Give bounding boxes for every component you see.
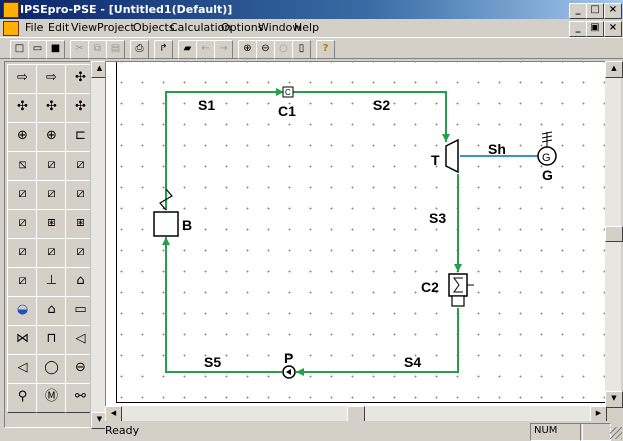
label-g: G	[542, 167, 553, 183]
arrow-s2	[442, 134, 450, 142]
help-icon[interactable]: ?	[316, 40, 335, 59]
title-bar: IPSEpro-PSE - [Untitled1(Default)] _ □ ×	[0, 0, 623, 19]
status-num-indicator: NUM	[530, 423, 583, 441]
label-s1: S1	[198, 97, 215, 113]
palette-hx10-icon[interactable]: ⧄	[7, 238, 38, 268]
label-c2: C2	[421, 279, 439, 295]
palette-node2-icon[interactable]: ⊕	[36, 122, 67, 152]
resize-grip-icon[interactable]	[610, 427, 622, 439]
save-icon[interactable]: ■	[46, 40, 65, 59]
component-generator-symbol: G	[542, 152, 551, 164]
paste-icon[interactable]: ▤	[106, 40, 125, 59]
page-icon[interactable]: ▯	[292, 40, 311, 59]
open-project-icon[interactable]: ▰	[178, 40, 197, 59]
copy-icon[interactable]: ⧉	[88, 40, 107, 59]
palette-splitter-icon[interactable]: ✣	[7, 93, 38, 123]
menu-help[interactable]: Help	[294, 21, 319, 34]
menu-bar: File Edit View Project Objects Calculati…	[0, 19, 623, 37]
arrow-s3	[454, 264, 462, 272]
forward-icon[interactable]: →	[214, 40, 233, 59]
doc-minimize-button[interactable]: _	[569, 21, 587, 37]
status-empty-panel	[580, 423, 611, 441]
close-button[interactable]: ×	[604, 3, 622, 19]
label-s2: S2	[373, 97, 390, 113]
new-icon[interactable]: □	[10, 40, 29, 59]
zoom-out-icon[interactable]: ⊖	[256, 40, 275, 59]
palette-scrollbar[interactable]: ▲ ▼	[90, 61, 108, 429]
label-s5: S5	[204, 354, 221, 370]
palette-source-icon[interactable]: ⇨	[7, 64, 38, 94]
label-p: P	[284, 350, 293, 366]
arrow-s5	[162, 237, 170, 245]
app-icon[interactable]	[3, 2, 19, 18]
window-title: IPSEpro-PSE - [Untitled1(Default)]	[20, 3, 233, 16]
palette-heat-exchanger2-icon[interactable]: ⧄	[36, 151, 67, 181]
menu-view[interactable]: View	[71, 21, 97, 34]
label-sh: Sh	[488, 141, 506, 157]
component-turbine	[445, 138, 459, 174]
label-c1: C1	[278, 103, 296, 119]
doc-close-button[interactable]: ×	[604, 21, 622, 37]
palette-hx4-icon[interactable]: ⧄	[7, 180, 38, 210]
palette-hx7-icon[interactable]: ⧄	[7, 209, 38, 239]
scroll-up-icon[interactable]: ▲	[605, 61, 623, 78]
palette-house-icon[interactable]: ⌂	[36, 296, 67, 326]
vertical-scrollbar[interactable]: ▲ ▼	[605, 61, 623, 408]
label-s3: S3	[429, 210, 446, 226]
palette-heat-exchanger-icon[interactable]: ⧅	[7, 151, 38, 181]
doc-restore-button[interactable]: ▣	[586, 21, 604, 37]
minimize-button[interactable]: _	[569, 3, 587, 19]
palette-boiler-icon[interactable]: ⧄	[7, 267, 38, 297]
zoom-in-icon[interactable]: ⊕	[238, 40, 257, 59]
stream-s5	[165, 237, 282, 373]
run-icon[interactable]: ↱	[154, 40, 173, 59]
document-icon[interactable]	[3, 21, 19, 36]
palette-hx11-icon[interactable]: ⧄	[36, 238, 67, 268]
component-c1-symbol: C	[285, 88, 291, 97]
menu-file[interactable]: File	[25, 21, 43, 34]
label-t: T	[431, 152, 440, 168]
status-text: Ready	[105, 424, 140, 437]
label-s4: S4	[404, 354, 421, 370]
palette-motor-icon[interactable]: Ⓜ	[36, 383, 67, 413]
stream-s1	[165, 91, 283, 210]
menu-project[interactable]: Project	[97, 21, 135, 34]
restore-button[interactable]: □	[586, 3, 604, 19]
palette-hx5-icon[interactable]: ⧄	[36, 180, 67, 210]
toolbar: □ ▭ ■ ✂ ⧉ ▤ ⎙ ↱ ▰ ← → ⊕ ⊖ ○ ▯ ?	[0, 37, 623, 59]
palette-sink-icon[interactable]: ⇨	[36, 64, 67, 94]
print-icon[interactable]: ⎙	[130, 40, 149, 59]
palette-junction-icon[interactable]: ✣	[36, 93, 67, 123]
vertical-scroll-thumb[interactable]	[605, 226, 623, 242]
zoom-fit-icon[interactable]: ○	[274, 40, 293, 59]
palette-tee-icon[interactable]: ⊥	[36, 267, 67, 297]
horizontal-scrollbar[interactable]: ◀ ▶	[105, 406, 607, 423]
palette-fan-icon[interactable]: ◯	[36, 354, 67, 384]
back-icon[interactable]: ←	[196, 40, 215, 59]
palette-generator-icon[interactable]: ⚲	[7, 383, 38, 413]
palette-pump-icon[interactable]: ⊓	[36, 325, 67, 355]
label-b: B	[182, 217, 192, 233]
open-icon[interactable]: ▭	[28, 40, 47, 59]
flowsheet-diagram: C G S1 C1 S2 T Sh G S3 C2 S4 P S5 B	[153, 86, 557, 379]
component-boiler	[153, 211, 179, 237]
palette-hx8-icon[interactable]: ⧆	[36, 209, 67, 239]
stream-s4	[296, 308, 459, 373]
stream-s2	[292, 91, 447, 142]
status-bar: Ready NUM	[105, 421, 623, 441]
menu-objects[interactable]: Objects	[133, 21, 175, 34]
menu-edit[interactable]: Edit	[48, 21, 69, 34]
palette-node-icon[interactable]: ⊕	[7, 122, 38, 152]
palette-turbine-icon[interactable]: ◁	[7, 354, 38, 384]
component-condenser	[448, 273, 468, 297]
drawing-canvas[interactable]: C G S1 C1 S2 T Sh G S3 C2 S4 P S5 B	[105, 61, 605, 406]
scroll-down-icon[interactable]: ▼	[605, 391, 623, 408]
cut-icon[interactable]: ✂	[70, 40, 89, 59]
condenser-hotwell	[451, 295, 465, 307]
palette-valve-icon[interactable]: ⋈	[7, 325, 38, 355]
arrow-s4	[296, 368, 304, 376]
palette-tank-icon[interactable]: ◒	[7, 296, 38, 326]
